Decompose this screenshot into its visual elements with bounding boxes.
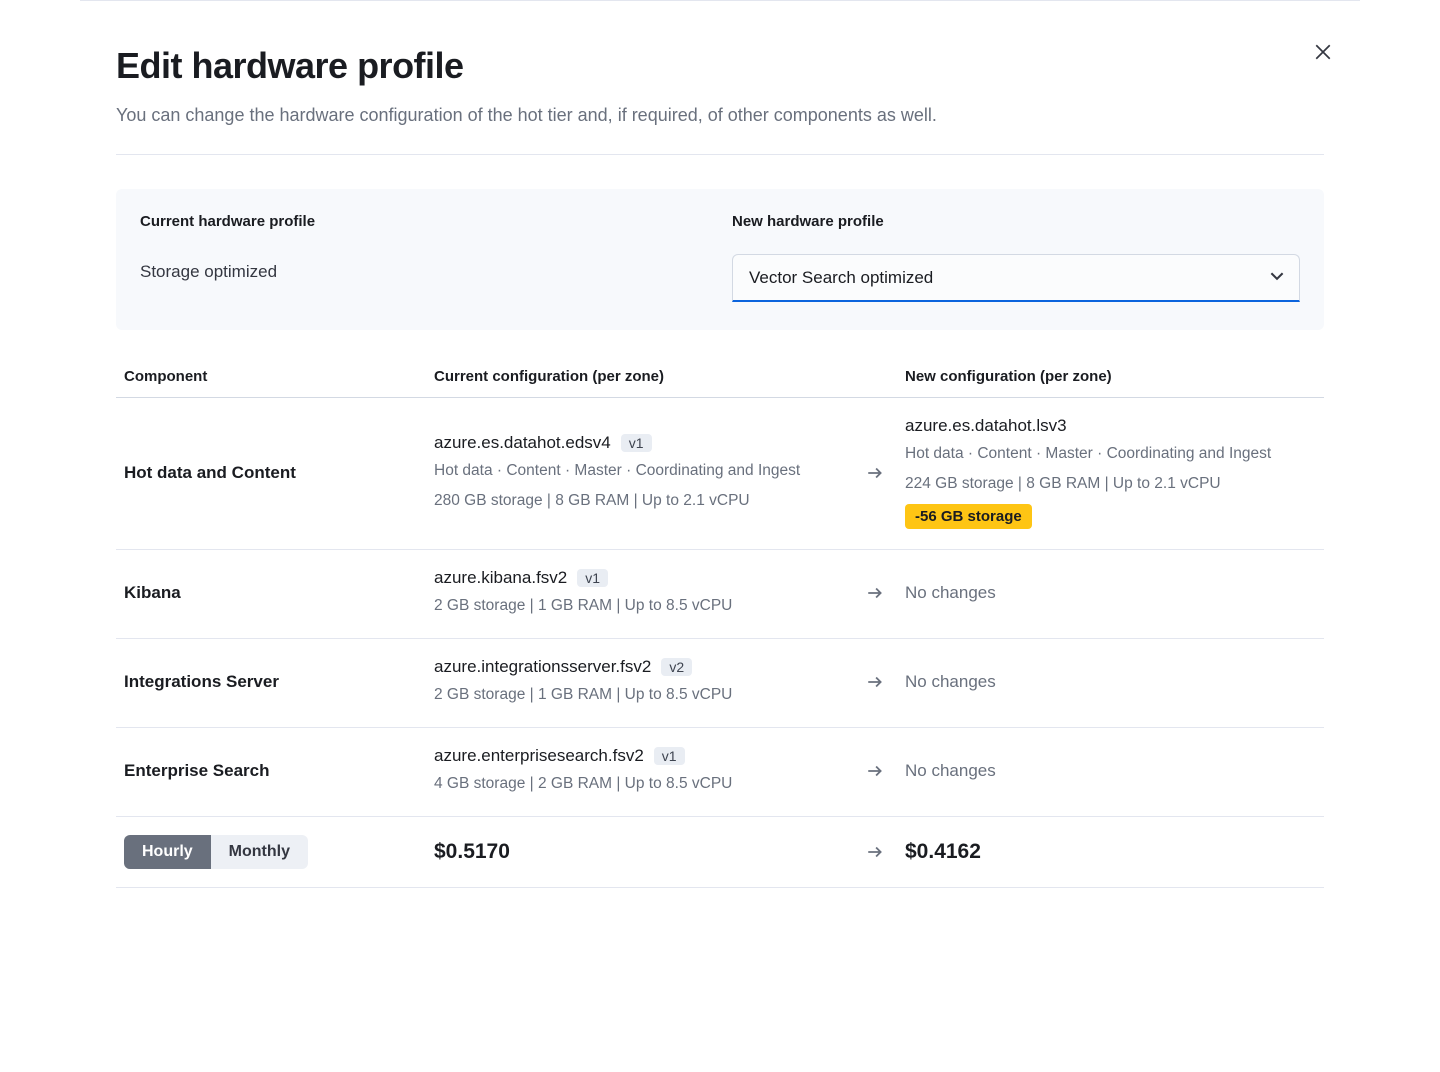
instance-specs: 2 GB storage | 1 GB RAM | Up to 8.5 vCPU [434, 683, 845, 707]
component-name: Enterprise Search [124, 761, 434, 781]
current-config: azure.es.datahot.edsv4 v1 Hot data · Con… [434, 433, 845, 513]
current-config: azure.integrationsserver.fsv2 v2 2 GB st… [434, 657, 845, 707]
version-badge: v2 [661, 658, 692, 676]
th-current: Current configuration (per zone) [434, 368, 845, 385]
instance-roles: Hot data · Content · Master · Coordinati… [434, 459, 845, 483]
arrow-right-icon [845, 762, 905, 780]
close-icon [1314, 49, 1332, 64]
current-price: $0.5170 [434, 840, 845, 864]
page-title: Edit hardware profile [116, 45, 1306, 87]
instance-specs: 280 GB storage | 8 GB RAM | Up to 2.1 vC… [434, 489, 845, 513]
new-profile-label: New hardware profile [732, 213, 1300, 230]
hourly-button[interactable]: Hourly [124, 835, 211, 869]
current-profile-label: Current hardware profile [140, 213, 708, 230]
new-profile-select-wrap: Vector Search optimized [732, 254, 1300, 302]
instance-name: azure.enterprisesearch.fsv2 [434, 746, 644, 766]
arrow-right-icon [845, 843, 905, 861]
instance-specs: 4 GB storage | 2 GB RAM | Up to 8.5 vCPU [434, 772, 845, 796]
header: Edit hardware profile You can change the… [116, 1, 1324, 155]
instance-name: azure.integrationsserver.fsv2 [434, 657, 651, 677]
table-row: Enterprise Search azure.enterprisesearch… [116, 728, 1324, 817]
table-row: Integrations Server azure.integrationsse… [116, 639, 1324, 728]
instance-name: azure.kibana.fsv2 [434, 568, 567, 588]
new-price: $0.4162 [905, 840, 1316, 864]
instance-specs: 2 GB storage | 1 GB RAM | Up to 8.5 vCPU [434, 594, 845, 618]
monthly-button[interactable]: Monthly [211, 835, 308, 869]
component-name: Hot data and Content [124, 463, 434, 483]
component-name: Integrations Server [124, 672, 434, 692]
no-changes-text: No changes [905, 761, 1316, 781]
instance-name: azure.es.datahot.edsv4 [434, 433, 611, 453]
page-subtitle: You can change the hardware configuratio… [116, 105, 1306, 126]
version-badge: v1 [654, 747, 685, 765]
no-changes-text: No changes [905, 672, 1316, 692]
configuration-table: Component Current configuration (per zon… [116, 360, 1324, 888]
table-header-row: Component Current configuration (per zon… [116, 360, 1324, 398]
storage-delta-badge: -56 GB storage [905, 504, 1032, 529]
current-config: azure.kibana.fsv2 v1 2 GB storage | 1 GB… [434, 568, 845, 618]
current-profile-value: Storage optimized [140, 254, 708, 302]
new-profile-select[interactable]: Vector Search optimized [732, 254, 1300, 302]
component-name: Kibana [124, 583, 434, 603]
th-component: Component [124, 368, 434, 385]
table-row: Hot data and Content azure.es.datahot.ed… [116, 398, 1324, 550]
pricing-row: Hourly Monthly $0.5170 $0.4162 [116, 817, 1324, 888]
no-changes-text: No changes [905, 583, 1316, 603]
version-badge: v1 [577, 569, 608, 587]
instance-specs: 224 GB storage | 8 GB RAM | Up to 2.1 vC… [905, 472, 1316, 496]
arrow-right-icon [845, 464, 905, 482]
arrow-right-icon [845, 673, 905, 691]
version-badge: v1 [621, 434, 652, 452]
close-button[interactable] [1306, 35, 1340, 72]
table-row: Kibana azure.kibana.fsv2 v1 2 GB storage… [116, 550, 1324, 639]
arrow-right-icon [845, 584, 905, 602]
th-new: New configuration (per zone) [905, 368, 1316, 385]
hardware-profile-card: Current hardware profile New hardware pr… [116, 189, 1324, 330]
new-config: azure.es.datahot.lsv3 Hot data · Content… [905, 416, 1316, 529]
billing-period-toggle: Hourly Monthly [124, 835, 308, 869]
instance-name: azure.es.datahot.lsv3 [905, 416, 1067, 436]
current-config: azure.enterprisesearch.fsv2 v1 4 GB stor… [434, 746, 845, 796]
instance-roles: Hot data · Content · Master · Coordinati… [905, 442, 1316, 466]
